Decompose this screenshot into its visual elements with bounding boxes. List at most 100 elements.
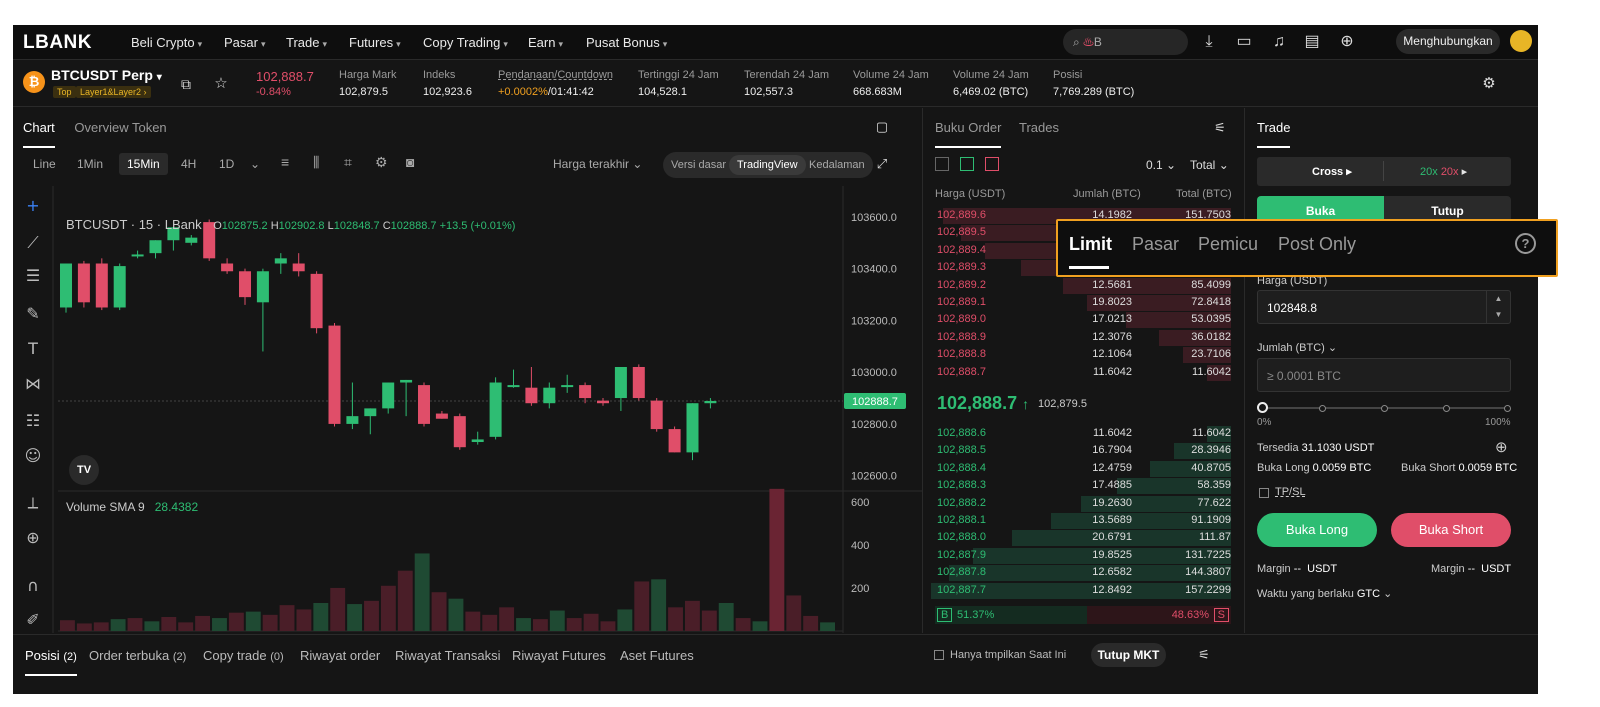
ask-row[interactable]: 102,888.8 12.1064 23.7106 [923,346,1245,364]
tf-4h[interactable]: 4H [181,157,196,171]
indicators-icon[interactable]: ≡ [281,154,289,170]
margin-mode-button[interactable]: Cross ▸ [1312,165,1352,178]
bell-icon[interactable]: ♫ [1268,31,1290,53]
tab-market[interactable]: Pasar [1132,234,1179,255]
nav-earn[interactable]: Earn ▾ [528,35,563,50]
nav-futures[interactable]: Futures ▾ [349,35,401,50]
ask-row[interactable]: 102,888.7 11.6042 11.6042 [923,364,1245,381]
zoom-icon[interactable]: ⊕ [26,528,39,547]
tab-post-only[interactable]: Post Only [1278,234,1356,255]
tf-1min[interactable]: 1Min [77,157,103,171]
tab-futures-assets[interactable]: Aset Futures [620,648,694,663]
nav-pusat-bonus[interactable]: Pusat Bonus ▾ [586,35,667,50]
wallet-icon[interactable]: ▭ [1233,31,1255,53]
bid-row[interactable]: 102,888.2 19.2630 77.622 [923,495,1245,512]
symbol-selector[interactable]: BTCUSDT Perp ▾ [51,67,162,83]
tab-open-orders[interactable]: Order terbuka (2) [89,648,186,663]
tf-1d[interactable]: 1D [219,157,234,171]
bid-row[interactable]: 102,888.0 20.6791 111.87 [923,529,1245,547]
crosshair-icon[interactable]: + [26,196,39,215]
book-both-icon[interactable] [935,157,949,171]
validity-select[interactable]: Waktu yang berlaku GTC ⌄ [1257,587,1392,600]
leverage-button[interactable]: 20x 20x ▸ [1420,165,1467,178]
bid-row[interactable]: 102,888.1 13.5689 91.1909 [923,512,1245,529]
price-input[interactable]: 102848.8 ▲ ▼ [1257,290,1511,324]
tab-trigger[interactable]: Pemicu [1198,234,1258,255]
bid-row[interactable]: 102,888.5 16.7904 28.3946 [923,442,1245,460]
download-icon[interactable]: ⤓ [1198,31,1220,53]
pattern-icon[interactable]: ⋈ [25,374,41,393]
tpsl-checkbox[interactable] [1259,488,1269,498]
ask-row[interactable]: 102,889.1 19.8023 72.8418 [923,294,1245,311]
lock-icon[interactable]: ✐ [26,610,39,629]
price-type-select[interactable]: Harga terakhir ⌄ [553,157,642,171]
avatar[interactable] [1510,30,1532,52]
book-settings-icon[interactable]: ⚟ [1209,117,1231,139]
camera-icon[interactable]: ◙ [406,154,414,170]
bid-row[interactable]: 102,887.7 12.8492 157.2299 [923,582,1245,599]
only-current-checkbox[interactable] [934,650,944,660]
tab-transaction-history[interactable]: Riwayat Transaksi [395,648,500,663]
bid-row[interactable]: 102,888.6 11.6042 11.6042 [923,425,1245,442]
bid-row[interactable]: 102,887.9 19.8525 131.7225 [923,547,1245,564]
tab-limit[interactable]: Limit [1069,234,1112,255]
candlestick-chart[interactable]: 103600.0 103400.0 103200.0 103000.0 102800.0… [13,186,923,633]
fullscreen-icon[interactable]: ▢ [871,116,893,138]
tf-more-chevron-icon[interactable]: ⌄ [250,157,260,171]
star-icon[interactable]: ☆ [210,73,232,95]
book-icon[interactable]: ⧉ [175,73,197,95]
amount-label[interactable]: Jumlah (BTC) ⌄ [1257,341,1337,354]
tf-15min[interactable]: 15Min [119,153,168,175]
ask-row[interactable]: 102,889.2 12.5681 85.4099 [923,277,1245,294]
tab-order-book[interactable]: Buku Order [935,120,1002,148]
text-icon[interactable]: T [27,339,38,358]
precision-select[interactable]: 0.1 ⌄ [1146,158,1176,172]
expand-icon[interactable]: ⤢ [871,153,893,175]
bid-row[interactable]: 102,888.3 17.4885 58.359 [923,477,1245,495]
settings-icon[interactable]: ⚙ [375,154,388,171]
buy-long-button[interactable]: Buka Long [1257,513,1377,547]
filter-icon[interactable]: ⚟ [1193,644,1215,666]
tf-line[interactable]: Line [33,157,56,171]
book-bids-icon[interactable] [960,157,974,171]
ruler-icon[interactable]: ⟂ [28,493,39,512]
nav-copy-trading[interactable]: Copy Trading ▾ [423,35,508,50]
tag-layer[interactable]: Layer1&Layer2 › [76,86,151,98]
orders-icon[interactable]: ▤ [1301,31,1323,53]
tab-futures-history[interactable]: Riwayat Futures [512,648,606,663]
amount-input[interactable]: ≥ 0.0001 BTC [1257,358,1511,392]
help-icon[interactable]: ? [1515,233,1536,254]
total-select[interactable]: Total ⌄ [1190,158,1229,172]
nav-beli-crypto[interactable]: Beli Crypto ▾ [131,35,202,50]
mode-depth[interactable]: Kedalaman [809,159,865,171]
mode-tradingview[interactable]: TradingView [729,155,806,175]
emoji-icon[interactable]: ☺ [25,446,42,465]
bid-row[interactable]: 102,887.8 12.6582 144.3807 [923,564,1245,582]
search-input[interactable]: ⌕ ♨B [1063,29,1188,55]
close-market-button[interactable]: Tutup MKT [1091,643,1166,667]
bid-row[interactable]: 102,888.4 12.4759 40.8705 [923,460,1245,477]
magnet-icon[interactable]: ∩ [27,576,39,595]
book-asks-icon[interactable] [985,157,999,171]
connect-button[interactable]: Menghubungkan [1396,29,1500,54]
forecast-icon[interactable]: ☷ [26,411,40,430]
tpsl-label[interactable]: TP/SL [1275,486,1306,498]
tab-positions[interactable]: Posisi (2) [25,648,77,676]
brush-icon[interactable]: ✎ [26,304,39,323]
tab-order-history[interactable]: Riwayat order [300,648,380,663]
tab-copy-trade[interactable]: Copy trade (0) [203,648,284,663]
ask-row[interactable]: 102,889.0 17.0213 53.0395 [923,311,1245,329]
tab-overview-token[interactable]: Overview Token [74,120,166,135]
settings-icon[interactable]: ⚙ [1478,73,1500,95]
add-funds-icon[interactable]: ⊕ [1495,438,1508,456]
globe-icon[interactable]: ⊕ [1336,31,1358,53]
fib-icon[interactable]: ☰ [26,266,40,285]
nav-pasar[interactable]: Pasar ▾ [224,35,266,50]
nav-trade[interactable]: Trade ▾ [286,35,327,50]
slider-handle[interactable] [1257,402,1268,413]
tab-chart[interactable]: Chart [23,120,55,148]
tab-trades[interactable]: Trades [1019,120,1059,135]
candle-type-icon[interactable]: ⫼ [313,154,319,171]
mode-basic[interactable]: Versi dasar [671,159,726,171]
stepper-icon[interactable]: ▲ ▼ [1486,291,1510,323]
